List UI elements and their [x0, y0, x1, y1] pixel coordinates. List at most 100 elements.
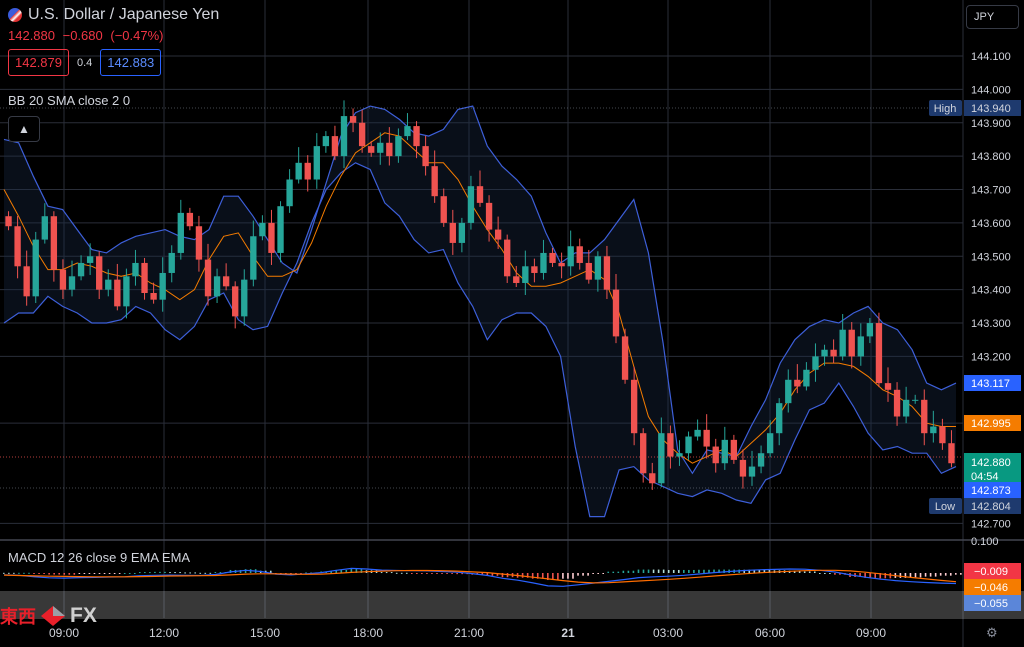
broker-watermark: 東西 FX [0, 603, 97, 629]
collapse-legend-button[interactable]: ▲ [8, 116, 40, 142]
macd-hist-bar [557, 573, 559, 581]
price-tag: High [934, 103, 957, 115]
candle-body [96, 256, 103, 290]
macd-hist-bar [209, 572, 212, 574]
bb-indicator-label[interactable]: BB 20 SMA close 2 0 [8, 93, 130, 108]
macd-hist-bar [698, 569, 700, 573]
macd-hist-bar [149, 572, 151, 574]
macd-hist-bar [703, 569, 705, 573]
macd-hist-bar [929, 573, 932, 577]
candle-body [386, 142, 393, 157]
candle-body [848, 329, 855, 357]
price-axis[interactable]: 144.100 144.000 143.900 143.800 143.700 143.6… [929, 51, 1021, 611]
candle-body [295, 162, 302, 180]
sell-button[interactable]: 142.879 [8, 49, 69, 76]
candle-body [748, 466, 756, 477]
candle-body [893, 389, 901, 417]
macd-indicator-label[interactable]: MACD 12 26 close 9 EMA EMA [8, 550, 190, 565]
macd-hist-bar [647, 569, 650, 573]
candle-body [413, 126, 420, 147]
macd-hist-bar [808, 571, 811, 573]
symbol-legend: U.S. Dollar / Japanese Yen 142.880 −0.68… [8, 6, 219, 76]
candle-body [123, 276, 130, 307]
macd-hist-bar [390, 572, 393, 574]
macd-hist-bar [632, 570, 635, 573]
candle-body [150, 292, 157, 300]
macd-hist-bar [934, 573, 937, 577]
candle-body [884, 383, 892, 390]
buy-button[interactable]: 142.883 [100, 49, 162, 76]
candle-body [857, 336, 864, 357]
time-tick-label: 12:00 [149, 626, 179, 640]
candle-body [286, 179, 293, 207]
candle-body [803, 369, 810, 387]
gear-icon[interactable]: ⚙ [986, 625, 998, 641]
price-tick-label: 143.400 [971, 285, 1011, 297]
candle-body [939, 426, 946, 444]
candle-body [476, 186, 484, 203]
candle-body [204, 259, 212, 297]
macd-hist-bar [144, 572, 146, 574]
candle-body [830, 349, 837, 357]
macd-hist-bar [38, 573, 40, 574]
macd-hist-bar [949, 573, 952, 576]
candle-body [114, 279, 121, 307]
price-tick-label: 144.100 [971, 51, 1011, 63]
candle-body [676, 453, 683, 457]
macd-hist-bar [944, 573, 947, 576]
price-tick-label: 143.300 [971, 318, 1011, 330]
candle-body [794, 379, 801, 387]
macd-hist-bar [8, 572, 10, 574]
candle-body [105, 279, 112, 290]
watermark-cn: 東西 [0, 607, 36, 628]
candle-body [839, 329, 846, 357]
candle-body [712, 446, 719, 464]
macd-hist-bar [521, 573, 524, 578]
candle-body [603, 256, 611, 290]
macd-hist-bar [924, 573, 927, 577]
macd-value-label: −0.009 [974, 566, 1008, 578]
candle-body [241, 279, 248, 317]
candle-body [440, 196, 447, 223]
candle-body [866, 323, 874, 337]
time-tick-label: 21 [561, 626, 575, 640]
time-axis[interactable]: 09:00 12:00 15:00 18:00 21:00 21 03:00 06:00 09:… [49, 626, 886, 640]
candle-body [757, 453, 765, 467]
currency-button[interactable]: JPY [966, 5, 1019, 29]
macd-hist-bar [78, 573, 81, 574]
macd-hist-bar [446, 573, 448, 574]
countdown-label: 04:54 [971, 471, 999, 483]
chevron-up-icon: ▲ [18, 122, 30, 136]
macd-hist-bar [13, 572, 15, 574]
time-tick-label: 21:00 [454, 626, 484, 640]
macd-hist-bar [159, 571, 161, 573]
candle-body [739, 459, 747, 477]
candle-body [368, 146, 375, 153]
watermark-fx: FX [70, 604, 97, 627]
price-tick-label: 144.000 [971, 84, 1011, 96]
macd-hist-bar [43, 573, 45, 574]
macd-hist-bar [73, 573, 76, 575]
candle-body [730, 439, 738, 460]
candle-body [277, 206, 284, 253]
macd-hist-bar [803, 571, 806, 573]
macd-hist-bar [955, 573, 957, 575]
candle-body [159, 272, 166, 300]
time-tick-label: 03:00 [653, 626, 683, 640]
spread-value: 0.4 [77, 56, 93, 69]
macd-hist-bar [128, 573, 131, 574]
macd-hist-bar [567, 573, 569, 579]
price-tick-label: 143.800 [971, 151, 1011, 163]
macd-hist-bar [53, 573, 55, 575]
macd-hist-bar [108, 573, 111, 574]
macd-hist-bar [133, 573, 136, 574]
candle-body [821, 349, 828, 357]
candle-body [694, 429, 701, 437]
candle-body [331, 136, 339, 157]
overlay-band [0, 591, 1024, 619]
macd-hist-bar [622, 570, 625, 573]
price-tag: Low [935, 501, 955, 513]
macd-hist-bar [667, 569, 670, 573]
macd-hist-bar [184, 572, 186, 574]
macd-hist-bar [113, 573, 116, 574]
